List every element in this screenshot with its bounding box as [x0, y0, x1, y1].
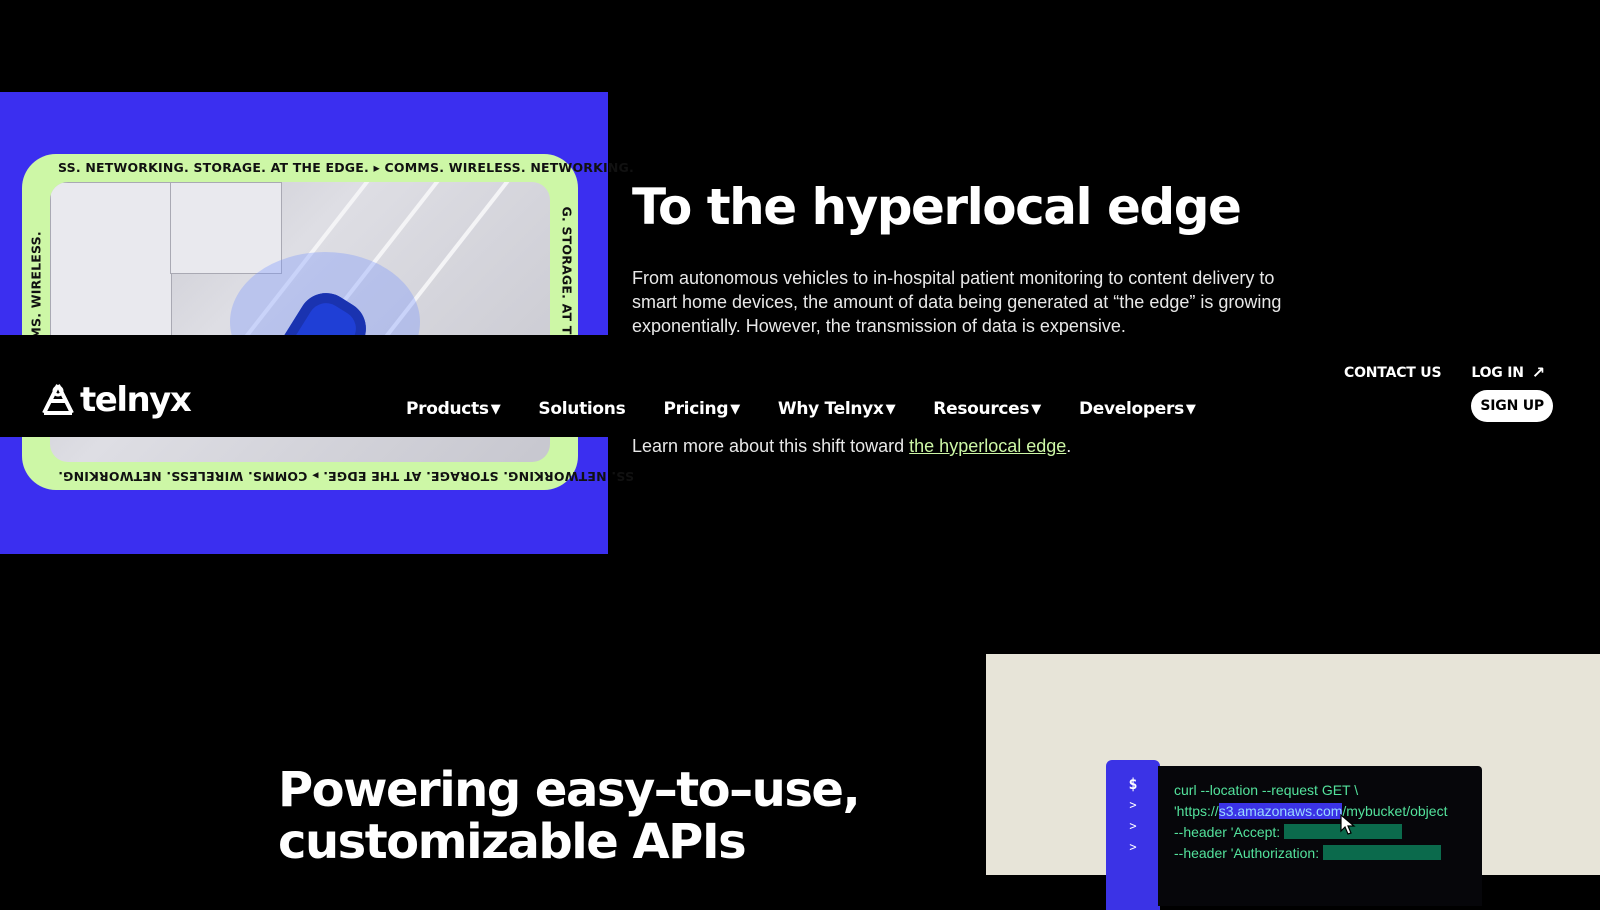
prompt-dollar: $	[1128, 775, 1138, 793]
code-line-2: 'https://s3.amazonaws.com/mybucket/objec…	[1174, 803, 1447, 819]
code-line-3: --header 'Accept:	[1174, 824, 1403, 840]
marquee-top-text: SS. NETWORKING. STORAGE. AT THE EDGE. ▸ …	[58, 160, 634, 175]
hero-body-text: From autonomous vehicles to in-hospital …	[632, 268, 1282, 336]
prompt-continuation: >	[1129, 819, 1137, 833]
nav-menu: Products ▼ Solutions Pricing ▼ Why Telnyx ▼…	[406, 399, 1234, 419]
code-accept-header: --header 'Accept:	[1174, 824, 1281, 840]
contact-us-link[interactable]: CONTACT US	[1344, 363, 1442, 382]
terminal-gutter: $ > > >	[1106, 760, 1160, 910]
redacted-value	[1323, 845, 1442, 860]
nav-products[interactable]: Products ▼	[406, 399, 501, 419]
code-url-highlight: s3.amazonaws.com	[1218, 803, 1343, 819]
nav-solutions-label: Solutions	[538, 399, 626, 419]
log-in-label: LOG IN	[1471, 364, 1524, 381]
caret-down-icon: ▼	[490, 401, 501, 417]
nav-pricing[interactable]: Pricing ▼	[663, 399, 740, 419]
telnyx-logo-icon	[42, 384, 74, 415]
nav-why-telnyx[interactable]: Why Telnyx ▼	[777, 399, 896, 419]
hero-image: SS. NETWORKING. STORAGE. AT THE EDGE. ▸ …	[0, 92, 634, 554]
sign-up-button[interactable]: SIGN UP	[1471, 390, 1553, 422]
caret-down-icon: ▼	[1031, 401, 1041, 417]
main-navigation: telnyx Products ▼ Solutions Pricing ▼ Why …	[0, 335, 1595, 437]
hero-title: To the hyperlocal edge	[632, 178, 1242, 236]
building-mid	[170, 182, 282, 274]
prompt-continuation: >	[1129, 798, 1137, 812]
nav-resources-label: Resources	[933, 399, 1030, 419]
code-auth-header: --header 'Authorization:	[1174, 845, 1320, 861]
nav-solutions[interactable]: Solutions	[538, 399, 625, 419]
hero-learn-more: Learn more about this shift toward the h…	[632, 436, 1071, 457]
code-line-4: --header 'Authorization:	[1174, 845, 1442, 861]
code-url-prefix: 'https://	[1174, 803, 1219, 819]
utility-links: CONTACT US LOG IN ↗	[1344, 363, 1545, 382]
nav-resources[interactable]: Resources ▼	[933, 399, 1041, 419]
nav-developers-label: Developers	[1078, 399, 1184, 419]
learn-more-prefix: Learn more about this shift toward	[632, 436, 910, 456]
prompt-continuation: >	[1129, 840, 1137, 854]
caret-down-icon: ▼	[1185, 401, 1196, 417]
apis-title-line2: customizable APIs	[278, 814, 747, 870]
mouse-cursor-icon	[1340, 814, 1356, 835]
code-line-1: curl --location --request GET \	[1174, 782, 1359, 798]
nav-developers[interactable]: Developers ▼	[1079, 399, 1196, 419]
code-example-panel: $ > > > curl --location --request GET \ …	[986, 654, 1600, 910]
caret-down-icon: ▼	[885, 401, 896, 417]
building-left	[50, 182, 172, 354]
marquee-bottom-text: SS. NETWORKING. STORAGE. AT THE EDGE. ▸ …	[58, 469, 634, 484]
apis-title-line1: Powering easy–to–use,	[278, 762, 861, 818]
caret-down-icon: ▼	[730, 401, 740, 417]
logo-text: telnyx	[80, 380, 192, 420]
code-body: curl --location --request GET \ 'https:/…	[1158, 766, 1482, 906]
log-in-link[interactable]: LOG IN ↗	[1471, 363, 1545, 382]
hyperlocal-edge-link[interactable]: the hyperlocal edge	[909, 436, 1066, 456]
apis-section-title: Powering easy–to–use, customizable APIs	[278, 762, 861, 870]
code-url-path: /mybucket/object	[1342, 803, 1448, 819]
learn-more-suffix: .	[1066, 436, 1072, 456]
terminal-window: $ > > > curl --location --request GET \ …	[1106, 760, 1482, 910]
nav-why-telnyx-label: Why Telnyx	[777, 399, 884, 419]
edge-marquee-frame: SS. NETWORKING. STORAGE. AT THE EDGE. ▸ …	[22, 154, 634, 490]
nav-products-label: Products	[406, 399, 489, 419]
arrow-up-right-icon: ↗	[1531, 363, 1545, 382]
telnyx-logo[interactable]: telnyx	[40, 380, 192, 420]
nav-pricing-label: Pricing	[663, 399, 729, 419]
